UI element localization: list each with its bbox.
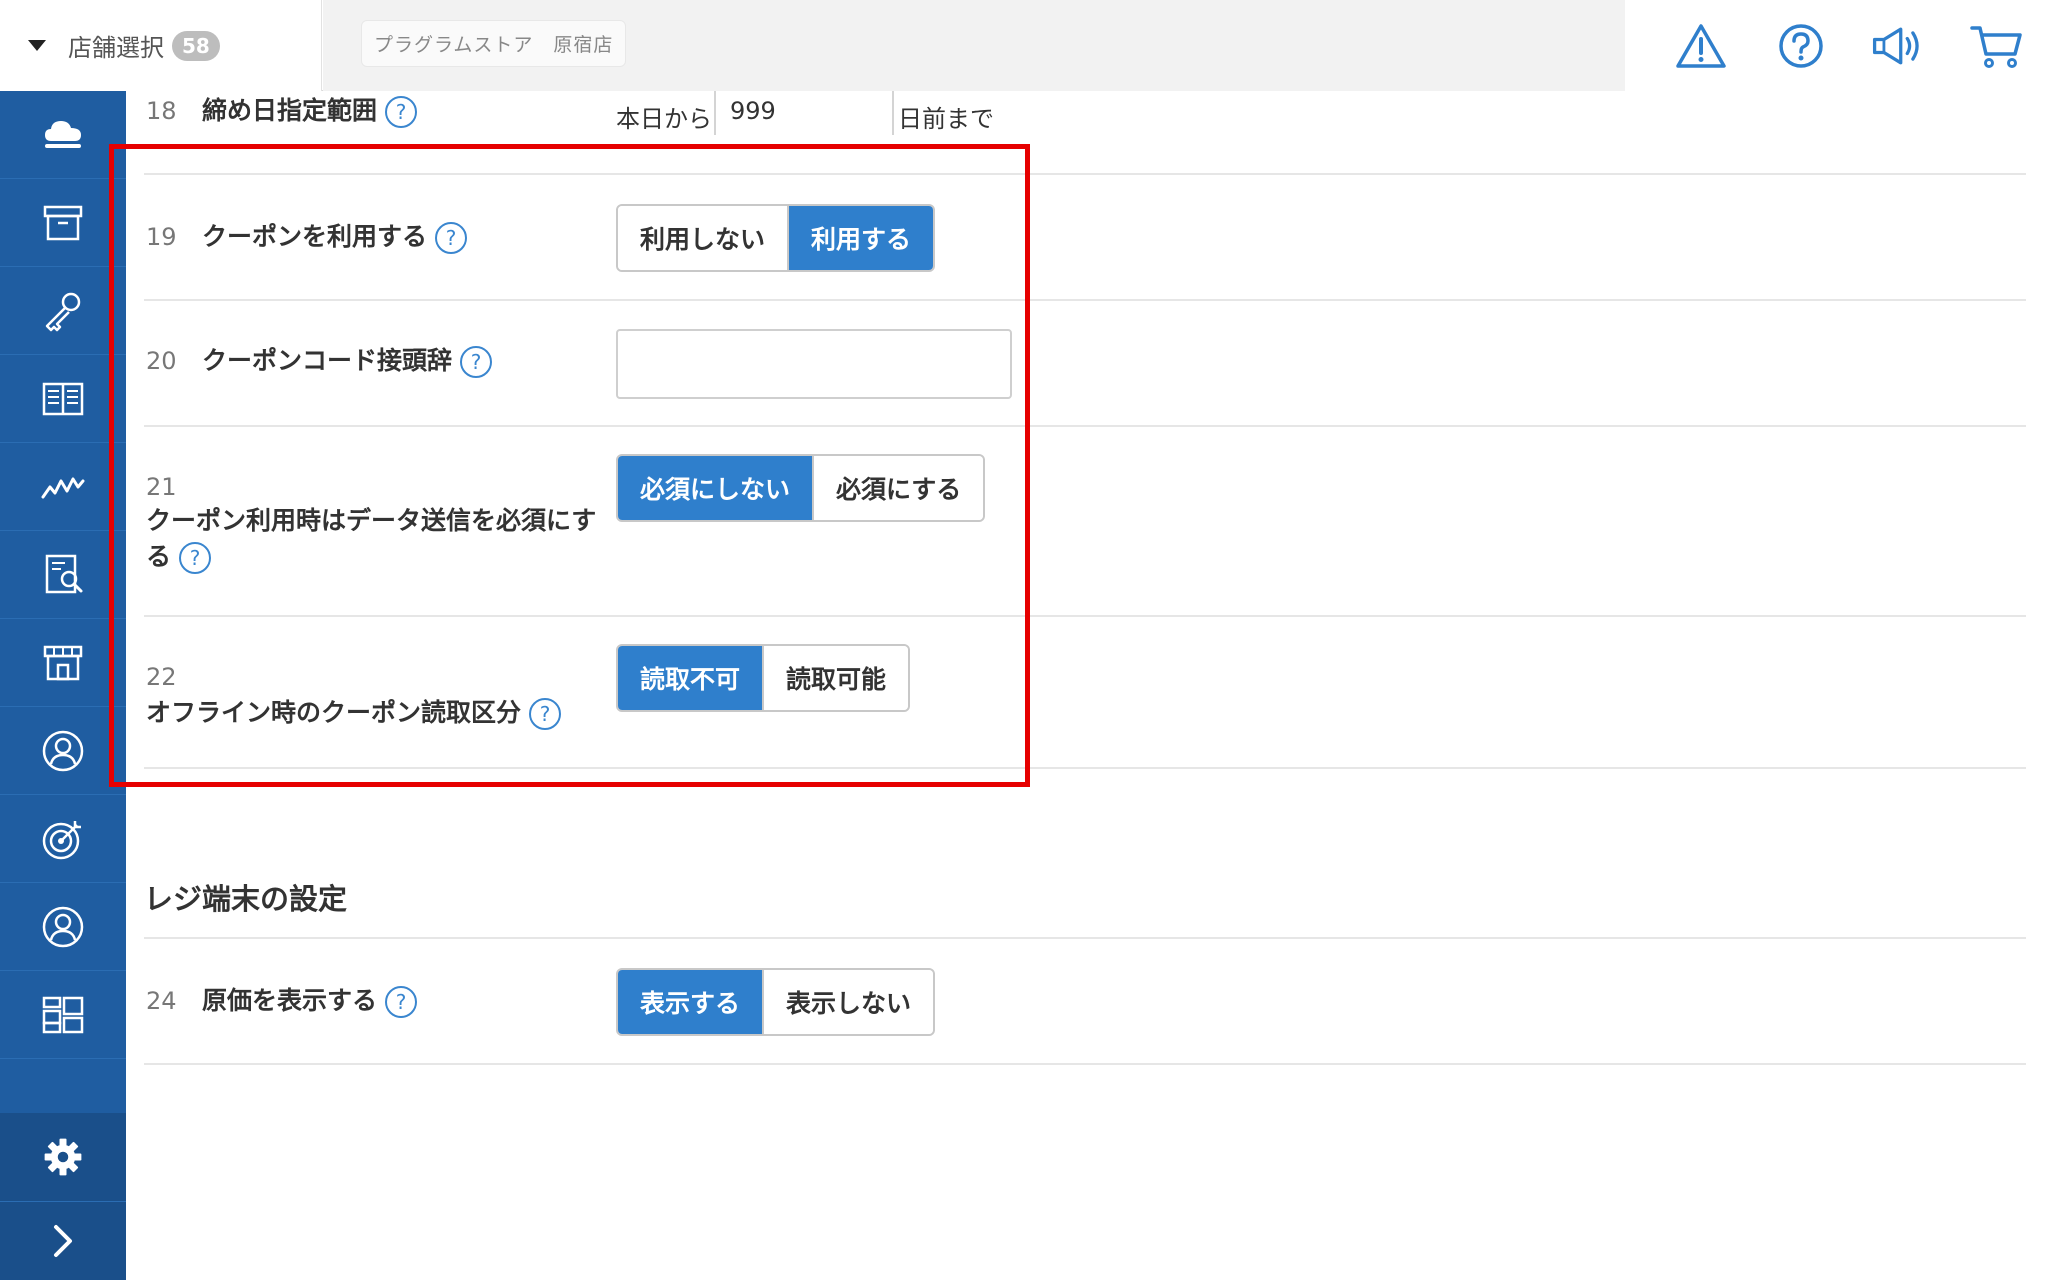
sidebar [0,91,126,1280]
chevron-right-icon [54,1225,72,1257]
help-question-icon[interactable]: ? [435,222,468,254]
settings-content: 18 締め日指定範囲? 本日から 999 日前まで 19 クーポンを利用する? … [126,91,2048,1280]
sidebar-item-analytics[interactable] [0,443,126,531]
setting-row-21: 21 クーポン利用時はデータ送信を必須にす る? 必須にしない 必須にする [144,427,2026,617]
option-coupon-on[interactable]: 利用する [787,206,934,270]
grid-icon [42,996,84,1033]
help-question-icon[interactable]: ? [529,698,562,730]
register-section-title: レジ端末の設定 [144,882,348,916]
row-number: 18 [146,97,177,125]
customer-icon [42,730,84,771]
user-icon [42,906,84,947]
help-question-icon[interactable]: ? [460,346,493,378]
help-icon[interactable] [1773,18,1829,74]
key-icon [45,292,81,331]
option-read-enabled[interactable]: 読取可能 [762,646,909,710]
range-prefix: 本日から [616,105,712,133]
warning-icon[interactable] [1673,18,1729,74]
sidebar-item-reports[interactable] [0,531,126,619]
store-count-badge: 58 [172,30,220,61]
coupon-prefix-input[interactable] [616,329,1012,399]
report-search-icon [45,554,83,593]
setting-label: クーポンを利用する? [202,219,468,255]
setting-label: クーポン利用時はデータ送信を必須にす [146,506,597,535]
setting-label: 締め日指定範囲? [202,93,418,129]
sidebar-item-stores[interactable] [0,619,126,707]
store-select-dropdown[interactable]: 店舗選択 58 [0,0,322,91]
sidebar-item-keys[interactable] [0,267,126,355]
gear-icon [44,1138,82,1176]
store-select-label: 店舗選択 [68,34,164,62]
setting-label: クーポンコード接頭辞? [202,343,493,379]
book-icon [42,382,84,415]
option-not-required[interactable]: 必須にしない [618,456,813,520]
caret-down-icon [28,40,46,51]
row-number: 19 [146,223,177,251]
show-cost-toggle: 表示する 表示しない [616,968,936,1036]
setting-label-cont: る? [146,539,212,575]
coupon-data-required-toggle: 必須にしない 必須にする [616,454,986,522]
sidebar-item-apps[interactable] [0,971,126,1059]
setting-row-24: 24 原価を表示する? 表示する 表示しない [144,939,2026,1065]
sidebar-expand-button[interactable] [0,1201,126,1280]
current-store-chip[interactable]: プラグラムストア 原宿店 [361,20,627,67]
help-question-icon[interactable]: ? [385,96,418,128]
range-days-input[interactable]: 999 [714,91,894,135]
target-icon [42,820,81,859]
option-hide-cost[interactable]: 表示しない [762,970,934,1034]
setting-row-18: 18 締め日指定範囲? 本日から 999 日前まで [144,91,2026,175]
sidebar-item-settings[interactable] [0,1113,126,1201]
sidebar-item-inventory[interactable] [0,179,126,267]
range-suffix: 日前まで [898,105,994,133]
row-number: 20 [146,347,177,375]
header-icons [1625,0,2048,91]
cart-icon[interactable] [1969,18,2025,74]
row-number: 24 [146,987,177,1015]
archive-box-icon [43,205,83,240]
sidebar-item-cloud[interactable] [0,91,126,179]
option-required[interactable]: 必須にする [812,456,984,520]
row-number: 21 [146,473,177,501]
setting-label: 原価を表示する? [202,983,418,1019]
top-bar: 店舗選択 58 プラグラムストア 原宿店 [0,0,2048,91]
setting-label: オフライン時のクーポン読取区分? [146,695,562,731]
announcement-icon[interactable] [1869,18,1925,74]
sidebar-item-catalog[interactable] [0,355,126,443]
help-question-icon[interactable]: ? [179,542,212,574]
chart-line-icon [41,477,85,498]
sidebar-item-campaigns[interactable] [0,795,126,883]
setting-row-20: 20 クーポンコード接頭辞? [144,301,2026,427]
header-center: プラグラムストア 原宿店 [323,0,1625,91]
coupon-use-toggle: 利用しない 利用する [616,204,936,272]
setting-row-22: 22 オフライン時のクーポン読取区分? 読取不可 読取可能 [144,617,2026,769]
option-coupon-off[interactable]: 利用しない [618,206,788,270]
help-question-icon[interactable]: ? [385,986,418,1018]
sidebar-item-customers[interactable] [0,707,126,795]
offline-coupon-read-toggle: 読取不可 読取可能 [616,644,911,712]
setting-row-19: 19 クーポンを利用する? 利用しない 利用する [144,175,2026,301]
row-number: 22 [146,663,177,691]
option-read-disabled[interactable]: 読取不可 [618,646,763,710]
sidebar-item-staff[interactable] [0,883,126,971]
cloud-icon [45,120,81,148]
store-icon [43,645,83,680]
option-show-cost[interactable]: 表示する [618,970,763,1034]
